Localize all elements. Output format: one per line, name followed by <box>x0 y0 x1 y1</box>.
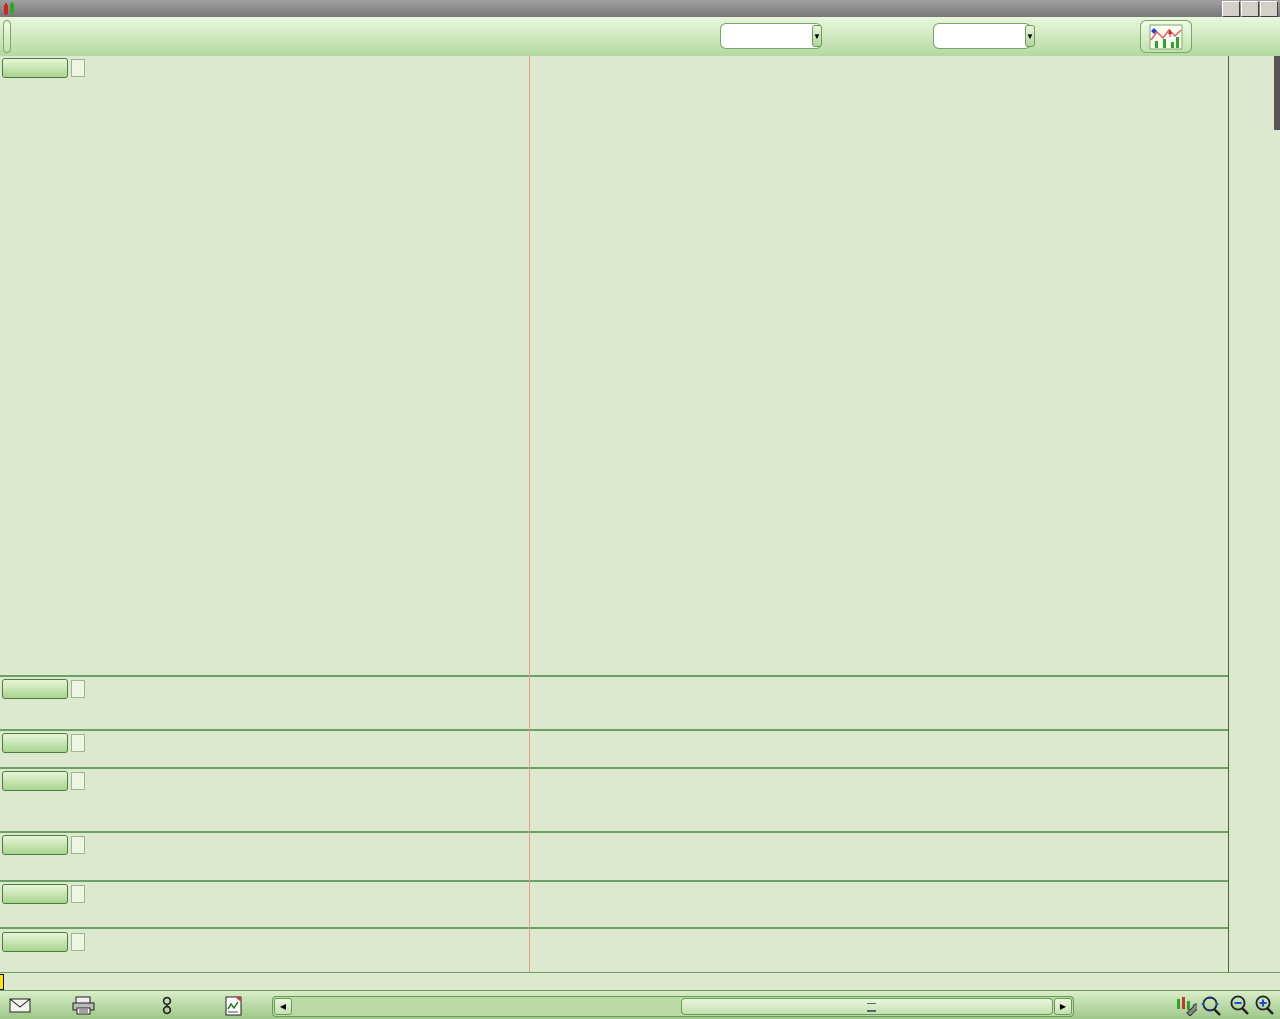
zoom-fit-icon[interactable] <box>1199 995 1223 1016</box>
chart-style-button[interactable] <box>1140 20 1192 53</box>
close-icon[interactable] <box>48 736 63 750</box>
status-bar: ◀ ▶ <box>0 990 1280 1019</box>
cci-chart[interactable] <box>0 882 1228 929</box>
panel-separator[interactable] <box>0 927 1228 929</box>
close-icon[interactable] <box>48 838 63 852</box>
time-axis <box>0 972 1280 991</box>
drawing-tools-group <box>3 20 11 53</box>
zoom-out-icon[interactable] <box>1228 995 1252 1016</box>
horizontal-scrollbar[interactable]: ◀ ▶ <box>272 996 1074 1017</box>
close-icon[interactable] <box>48 682 63 696</box>
wrench-icon[interactable] <box>14 682 29 696</box>
chart-region <box>0 56 1280 972</box>
close-icon[interactable] <box>48 935 63 949</box>
kurs-panel-header <box>2 58 85 78</box>
rsi-panel-header <box>2 771 85 791</box>
window-icon[interactable] <box>31 682 46 696</box>
crosshair-line <box>529 56 530 972</box>
title-bar <box>0 0 1280 17</box>
rsi-bid-ask <box>71 772 85 790</box>
window-icon[interactable] <box>31 838 46 852</box>
main-price-chart[interactable] <box>0 56 1228 677</box>
close-icon[interactable] <box>48 61 63 75</box>
stochastik-bid-ask <box>71 836 85 854</box>
wrench-icon[interactable] <box>14 935 29 949</box>
panel-separator[interactable] <box>0 880 1228 882</box>
panel-separator[interactable] <box>0 729 1228 731</box>
print-icon[interactable] <box>72 995 96 1016</box>
close-icon[interactable] <box>48 887 63 901</box>
wrench-icon[interactable] <box>14 774 29 788</box>
volume-chart[interactable] <box>0 929 1228 972</box>
stochastic-chart[interactable] <box>0 833 1228 882</box>
macd-chart[interactable] <box>0 677 1228 731</box>
app-icon <box>3 2 17 16</box>
scroll-right-arrow[interactable]: ▶ <box>1054 998 1072 1015</box>
macd-panel-header <box>2 679 85 699</box>
window-icon[interactable] <box>31 887 46 901</box>
window-icon[interactable] <box>31 935 46 949</box>
volumen-bid-ask <box>71 933 85 951</box>
cci-bid-ask <box>71 885 85 903</box>
chart-style-icon <box>1149 24 1183 50</box>
macd-bid-ask <box>71 680 85 698</box>
scroll-left-arrow[interactable]: ◀ <box>274 998 292 1015</box>
main-toolbar: ▼ ▼ <box>0 17 1280 56</box>
momentum-chart[interactable] <box>0 731 1228 769</box>
chart-settings-icon[interactable] <box>1174 995 1198 1016</box>
momentum-panel-header <box>2 733 85 753</box>
restore-button[interactable] <box>1241 1 1259 17</box>
zoom-in-icon[interactable] <box>1253 995 1277 1016</box>
stochastik-panel-header <box>2 835 85 855</box>
panel-separator[interactable] <box>0 675 1228 677</box>
close-icon[interactable] <box>48 774 63 788</box>
units-dropdown[interactable]: ▼ <box>720 23 822 49</box>
trading-app-window: ▼ ▼ <box>0 0 1280 1019</box>
cci-panel-header <box>2 884 85 904</box>
scrollbar-thumb[interactable] <box>681 998 1053 1015</box>
units-dropdown-arrow-icon[interactable]: ▼ <box>812 25 822 47</box>
wrench-icon[interactable] <box>14 736 29 750</box>
panel-separator[interactable] <box>0 831 1228 833</box>
window-icon[interactable] <box>31 736 46 750</box>
period-dropdown-arrow-icon[interactable]: ▼ <box>1025 25 1035 47</box>
close-button[interactable] <box>1260 1 1278 17</box>
minimize-button[interactable] <box>1222 1 1240 17</box>
window-icon[interactable] <box>31 61 46 75</box>
wrench-icon[interactable] <box>14 887 29 901</box>
mail-icon[interactable] <box>8 995 32 1016</box>
period-dropdown[interactable]: ▼ <box>933 23 1031 49</box>
report-icon[interactable] <box>222 995 246 1016</box>
rsi-chart[interactable] <box>0 769 1228 833</box>
window-icon[interactable] <box>31 774 46 788</box>
wrench-icon[interactable] <box>14 838 29 852</box>
link-icon[interactable] <box>155 995 179 1016</box>
panel-separator[interactable] <box>0 767 1228 769</box>
momentum-bid-ask <box>71 734 85 752</box>
selected-date-badge <box>0 974 4 990</box>
window-edge-strip <box>1274 56 1280 130</box>
wrench-icon[interactable] <box>14 61 29 75</box>
kurs-bid-ask <box>71 59 85 77</box>
volumen-panel-header <box>2 932 85 952</box>
price-axis <box>1228 56 1280 972</box>
